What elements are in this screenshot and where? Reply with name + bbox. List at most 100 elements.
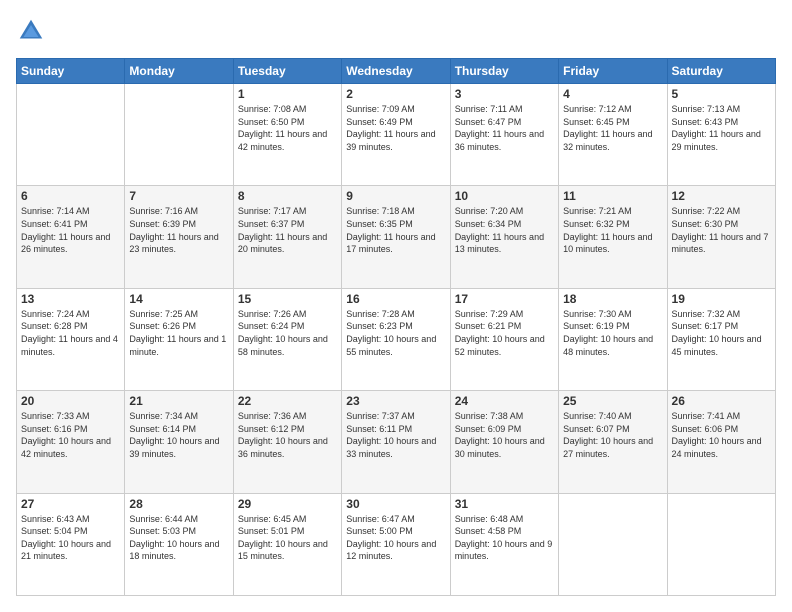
calendar-cell: 7 Sunrise: 7:16 AMSunset: 6:39 PMDaylight… [125, 186, 233, 288]
calendar-cell: 13Sunrise: 7:24 AMSunset: 6:28 PMDayligh… [17, 288, 125, 390]
cell-details: Sunrise: 7:13 AMSunset: 6:43 PMDaylight:… [672, 103, 771, 153]
calendar-cell: 17 Sunrise: 7:29 AMSunset: 6:21 PMDayligh… [450, 288, 558, 390]
cell-details: Sunrise: 7:33 AMSunset: 6:16 PMDaylight:… [21, 410, 120, 460]
day-header-thursday: Thursday [450, 59, 558, 84]
calendar-cell: 6 Sunrise: 7:14 AMSunset: 6:41 PMDaylight… [17, 186, 125, 288]
logo [16, 16, 50, 46]
day-number: 12 [672, 189, 771, 203]
calendar-cell [17, 84, 125, 186]
cell-details: Sunrise: 6:44 AMSunset: 5:03 PMDaylight:… [129, 513, 228, 563]
week-row-2: 6 Sunrise: 7:14 AMSunset: 6:41 PMDaylight… [17, 186, 776, 288]
cell-details: Sunrise: 7:22 AMSunset: 6:30 PMDaylight:… [672, 205, 771, 255]
day-number: 1 [238, 87, 337, 101]
calendar-table: SundayMondayTuesdayWednesdayThursdayFrid… [16, 58, 776, 596]
calendar-cell [559, 493, 667, 595]
day-header-tuesday: Tuesday [233, 59, 341, 84]
page: SundayMondayTuesdayWednesdayThursdayFrid… [0, 0, 792, 612]
cell-details: Sunrise: 7:24 AMSunset: 6:28 PMDaylight:… [21, 308, 120, 358]
day-header-saturday: Saturday [667, 59, 775, 84]
day-number: 28 [129, 497, 228, 511]
cell-details: Sunrise: 7:16 AMSunset: 6:39 PMDaylight:… [129, 205, 228, 255]
calendar-cell: 26 Sunrise: 7:41 AMSunset: 6:06 PMDayligh… [667, 391, 775, 493]
calendar-cell: 12 Sunrise: 7:22 AMSunset: 6:30 PMDayligh… [667, 186, 775, 288]
day-number: 25 [563, 394, 662, 408]
day-header-wednesday: Wednesday [342, 59, 450, 84]
calendar-cell: 29 Sunrise: 6:45 AMSunset: 5:01 PMDayligh… [233, 493, 341, 595]
week-row-1: 1 Sunrise: 7:08 AMSunset: 6:50 PMDaylight… [17, 84, 776, 186]
day-number: 3 [455, 87, 554, 101]
cell-details: Sunrise: 7:40 AMSunset: 6:07 PMDaylight:… [563, 410, 662, 460]
calendar-cell: 31 Sunrise: 6:48 AMSunset: 4:58 PMDayligh… [450, 493, 558, 595]
day-number: 11 [563, 189, 662, 203]
calendar-cell: 4 Sunrise: 7:12 AMSunset: 6:45 PMDaylight… [559, 84, 667, 186]
calendar-cell: 15Sunrise: 7:26 AMSunset: 6:24 PMDayligh… [233, 288, 341, 390]
cell-details: Sunrise: 7:11 AMSunset: 6:47 PMDaylight:… [455, 103, 554, 153]
cell-details: Sunrise: 7:36 AMSunset: 6:12 PMDaylight:… [238, 410, 337, 460]
cell-details: Sunrise: 6:47 AMSunset: 5:00 PMDaylight:… [346, 513, 445, 563]
calendar-cell: 22 Sunrise: 7:36 AMSunset: 6:12 PMDayligh… [233, 391, 341, 493]
day-number: 21 [129, 394, 228, 408]
day-number: 29 [238, 497, 337, 511]
cell-details: Sunrise: 7:20 AMSunset: 6:34 PMDaylight:… [455, 205, 554, 255]
week-row-4: 20 Sunrise: 7:33 AMSunset: 6:16 PMDayligh… [17, 391, 776, 493]
cell-details: Sunrise: 7:30 AMSunset: 6:19 PMDaylight:… [563, 308, 662, 358]
day-number: 5 [672, 87, 771, 101]
cell-details: Sunrise: 6:43 AMSunset: 5:04 PMDaylight:… [21, 513, 120, 563]
day-number: 27 [21, 497, 120, 511]
cell-details: Sunrise: 7:14 AMSunset: 6:41 PMDaylight:… [21, 205, 120, 255]
day-header-monday: Monday [125, 59, 233, 84]
day-number: 18 [563, 292, 662, 306]
calendar-cell: 3 Sunrise: 7:11 AMSunset: 6:47 PMDaylight… [450, 84, 558, 186]
calendar-cell: 20 Sunrise: 7:33 AMSunset: 6:16 PMDayligh… [17, 391, 125, 493]
day-number: 17 [455, 292, 554, 306]
day-number: 8 [238, 189, 337, 203]
day-number: 31 [455, 497, 554, 511]
day-number: 6 [21, 189, 120, 203]
day-number: 22 [238, 394, 337, 408]
calendar-cell: 30 Sunrise: 6:47 AMSunset: 5:00 PMDayligh… [342, 493, 450, 595]
cell-details: Sunrise: 7:12 AMSunset: 6:45 PMDaylight:… [563, 103, 662, 153]
calendar-cell: 21 Sunrise: 7:34 AMSunset: 6:14 PMDayligh… [125, 391, 233, 493]
calendar-cell: 1 Sunrise: 7:08 AMSunset: 6:50 PMDaylight… [233, 84, 341, 186]
calendar-cell: 2 Sunrise: 7:09 AMSunset: 6:49 PMDaylight… [342, 84, 450, 186]
calendar-cell: 25 Sunrise: 7:40 AMSunset: 6:07 PMDayligh… [559, 391, 667, 493]
cell-details: Sunrise: 7:29 AMSunset: 6:21 PMDaylight:… [455, 308, 554, 358]
week-row-3: 13Sunrise: 7:24 AMSunset: 6:28 PMDayligh… [17, 288, 776, 390]
day-number: 16 [346, 292, 445, 306]
cell-details: Sunrise: 7:34 AMSunset: 6:14 PMDaylight:… [129, 410, 228, 460]
calendar-cell: 18 Sunrise: 7:30 AMSunset: 6:19 PMDayligh… [559, 288, 667, 390]
cell-details: Sunrise: 7:41 AMSunset: 6:06 PMDaylight:… [672, 410, 771, 460]
calendar-cell: 11 Sunrise: 7:21 AMSunset: 6:32 PMDayligh… [559, 186, 667, 288]
calendar-cell: 14Sunrise: 7:25 AMSunset: 6:26 PMDayligh… [125, 288, 233, 390]
day-header-sunday: Sunday [17, 59, 125, 84]
cell-details: Sunrise: 7:28 AMSunset: 6:23 PMDaylight:… [346, 308, 445, 358]
cell-details: Sunrise: 7:09 AMSunset: 6:49 PMDaylight:… [346, 103, 445, 153]
cell-details: Sunrise: 7:21 AMSunset: 6:32 PMDaylight:… [563, 205, 662, 255]
calendar-cell: 23Sunrise: 7:37 AMSunset: 6:11 PMDayligh… [342, 391, 450, 493]
day-number: 14 [129, 292, 228, 306]
day-number: 30 [346, 497, 445, 511]
calendar-cell: 24Sunrise: 7:38 AMSunset: 6:09 PMDayligh… [450, 391, 558, 493]
day-number: 23 [346, 394, 445, 408]
day-number: 2 [346, 87, 445, 101]
day-number: 26 [672, 394, 771, 408]
cell-details: Sunrise: 6:45 AMSunset: 5:01 PMDaylight:… [238, 513, 337, 563]
cell-details: Sunrise: 7:17 AMSunset: 6:37 PMDaylight:… [238, 205, 337, 255]
header-row: SundayMondayTuesdayWednesdayThursdayFrid… [17, 59, 776, 84]
cell-details: Sunrise: 7:18 AMSunset: 6:35 PMDaylight:… [346, 205, 445, 255]
day-header-friday: Friday [559, 59, 667, 84]
day-number: 19 [672, 292, 771, 306]
calendar-cell: 10 Sunrise: 7:20 AMSunset: 6:34 PMDayligh… [450, 186, 558, 288]
day-number: 7 [129, 189, 228, 203]
day-number: 4 [563, 87, 662, 101]
calendar-cell: 8 Sunrise: 7:17 AMSunset: 6:37 PMDaylight… [233, 186, 341, 288]
week-row-5: 27 Sunrise: 6:43 AMSunset: 5:04 PMDayligh… [17, 493, 776, 595]
calendar-cell [667, 493, 775, 595]
header [16, 16, 776, 46]
cell-details: Sunrise: 6:48 AMSunset: 4:58 PMDaylight:… [455, 513, 554, 563]
cell-details: Sunrise: 7:08 AMSunset: 6:50 PMDaylight:… [238, 103, 337, 153]
day-number: 20 [21, 394, 120, 408]
calendar-cell [125, 84, 233, 186]
day-number: 10 [455, 189, 554, 203]
calendar-cell: 27 Sunrise: 6:43 AMSunset: 5:04 PMDayligh… [17, 493, 125, 595]
